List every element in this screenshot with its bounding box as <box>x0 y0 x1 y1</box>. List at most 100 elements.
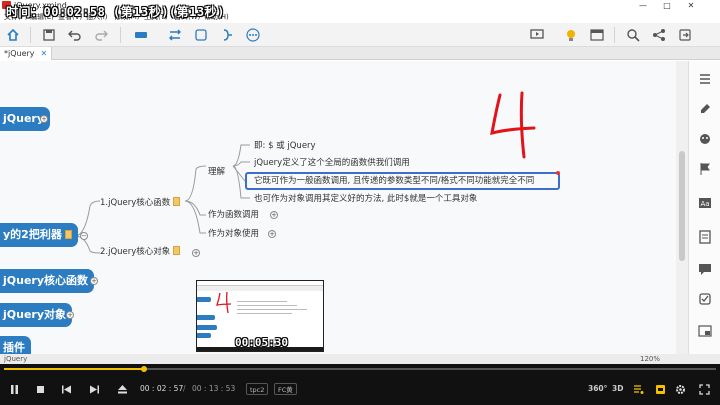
summary-icon[interactable] <box>218 26 236 44</box>
redo-icon[interactable] <box>92 26 110 44</box>
time-separator: / <box>183 384 186 393</box>
preview-line <box>237 309 307 310</box>
outline-icon[interactable] <box>697 71 713 87</box>
overview-icon[interactable] <box>697 323 713 339</box>
root-node-core-function[interactable]: jQuery核心函数 <box>0 269 95 293</box>
save-icon[interactable] <box>40 26 58 44</box>
topic-understand[interactable]: 理解 <box>208 166 225 178</box>
task-icon[interactable] <box>697 291 713 307</box>
relationship-icon[interactable] <box>166 26 184 44</box>
tab-label: *jQuery <box>4 49 35 58</box>
zoom-level[interactable]: 120% <box>640 354 660 364</box>
seek-preview-thumbnail: 00:05:30 <box>196 280 324 352</box>
close-window-button[interactable]: ✕ <box>680 0 702 11</box>
layout-icon[interactable] <box>588 26 606 44</box>
expand-icon[interactable]: + <box>90 277 98 285</box>
root-node-two-tools[interactable]: y的2把利器 <box>0 223 78 247</box>
current-time: 00 : 02 : 57 <box>140 384 184 393</box>
topic-use-as-object[interactable]: 作为对象使用 <box>208 228 259 240</box>
root-node-jquery-object[interactable]: jQuery对象 <box>0 303 73 327</box>
text-style-icon[interactable]: Aa <box>697 195 713 211</box>
preview-handwriting <box>216 291 232 314</box>
search-icon[interactable] <box>624 26 642 44</box>
note-icon <box>173 246 181 255</box>
toolbar-separator <box>30 27 31 43</box>
note-icon <box>64 230 72 239</box>
format-brush-icon[interactable] <box>697 101 713 117</box>
login-icon[interactable] <box>676 26 694 44</box>
preview-line <box>237 301 287 302</box>
presentation-icon[interactable] <box>528 26 546 44</box>
3d-button[interactable]: 3D <box>612 384 623 394</box>
tab-jquery[interactable]: *jQuery ✕ <box>0 47 53 60</box>
topic-core-function[interactable]: 1.jQuery核心函数 <box>100 197 181 209</box>
preview-node <box>197 333 211 338</box>
undo-icon[interactable] <box>66 26 84 44</box>
note-icon <box>173 197 181 206</box>
status-bar: jQuery 120% <box>0 354 720 364</box>
lightbulb-icon[interactable] <box>562 26 580 44</box>
preview-line <box>237 313 292 314</box>
expand-icon[interactable]: + <box>268 230 276 238</box>
root-node-plugins[interactable]: 插件 <box>0 336 31 354</box>
handwriting-text: 4 <box>486 91 487 92</box>
stop-button[interactable] <box>32 381 48 397</box>
preview-node <box>197 315 215 320</box>
toolbar-separator <box>120 27 121 43</box>
fullscreen-icon[interactable] <box>696 381 712 397</box>
flag-icon[interactable] <box>697 161 713 177</box>
expand-icon[interactable]: + <box>270 211 278 219</box>
seek-bar[interactable] <box>0 364 720 373</box>
preview-line <box>237 305 297 306</box>
preview-node <box>197 297 211 302</box>
notes-icon[interactable] <box>697 229 713 245</box>
home-icon[interactable] <box>4 26 22 44</box>
collapse-icon[interactable]: − <box>80 232 88 240</box>
comments-icon[interactable] <box>697 261 713 277</box>
topic-core-object[interactable]: 2.jQuery核心对象 <box>100 246 181 258</box>
share-icon[interactable] <box>650 26 668 44</box>
topic-label: 2.jQuery核心对象 <box>100 247 171 257</box>
topic-detail-3[interactable]: 它既可作为一般函数调用, 且传递的参数类型不同/格式不同功能就完全不同 <box>254 175 534 187</box>
right-side-panel: Aa <box>688 61 720 354</box>
boundary-icon[interactable] <box>192 26 210 44</box>
toolbar-separator <box>614 27 615 43</box>
subtitle-badge[interactable]: FC黄 <box>274 383 297 395</box>
screen: jQuery.xmind — □ ✕ 文件(F) 编辑(E) 查看(V) 插入(… <box>0 0 720 405</box>
preview-node <box>197 325 217 330</box>
handwritten-annotation: 4 <box>486 91 536 159</box>
expand-icon[interactable]: + <box>66 311 74 319</box>
mindmap-canvas[interactable]: jQuery + y的2把利器 − jQuery核心函数 + jQuery对象 … <box>0 61 676 354</box>
document-tab-strip: *jQuery ✕ <box>0 47 720 60</box>
subtitle-toggle-icon[interactable] <box>652 381 668 397</box>
scrollbar-thumb[interactable] <box>679 151 685 261</box>
seek-handle[interactable] <box>140 366 147 372</box>
more-options-icon[interactable] <box>244 26 262 44</box>
topic-detail-1[interactable]: 即: $ 或 jQuery <box>254 140 316 152</box>
marker-dot <box>556 171 560 175</box>
expand-icon[interactable]: + <box>192 249 200 257</box>
next-button[interactable] <box>86 381 102 397</box>
eject-icon[interactable] <box>114 381 130 397</box>
maximize-button[interactable]: □ <box>656 0 678 11</box>
topic-call-as-function[interactable]: 作为函数调用 <box>208 209 259 221</box>
root-node-label: y的2把利器 <box>3 228 62 241</box>
topic-detail-2[interactable]: jQuery定义了这个全局的函数供我们调用 <box>254 157 410 169</box>
pause-button[interactable] <box>6 381 22 397</box>
playlist-icon[interactable] <box>630 381 646 397</box>
preview-time: 00:05:30 <box>235 336 288 349</box>
vertical-scrollbar[interactable] <box>676 61 688 354</box>
topic-detail-4[interactable]: 也可作为对象调用其定义好的方法, 此时$就是一个工具对象 <box>254 193 477 205</box>
close-tab-icon[interactable]: ✕ <box>41 47 48 60</box>
vr-360-button[interactable]: 360° <box>588 384 607 394</box>
topic-insert-icon[interactable] <box>132 26 150 44</box>
total-time: 00 : 13 : 53 <box>192 384 236 393</box>
minimize-button[interactable]: — <box>632 0 654 11</box>
settings-gear-icon[interactable] <box>672 381 688 397</box>
audio-track-badge[interactable]: tpc2 <box>246 383 269 395</box>
player-controls: 00 : 02 : 57 / 00 : 13 : 53 tpc2 FC黄 360… <box>0 373 720 405</box>
expand-icon[interactable]: + <box>40 115 48 123</box>
icons-panel-icon[interactable] <box>697 131 713 147</box>
previous-button[interactable] <box>58 381 74 397</box>
video-timestamp-overlay: 时间：00:02:58 (第13秒)(第13秒) <box>6 5 225 19</box>
